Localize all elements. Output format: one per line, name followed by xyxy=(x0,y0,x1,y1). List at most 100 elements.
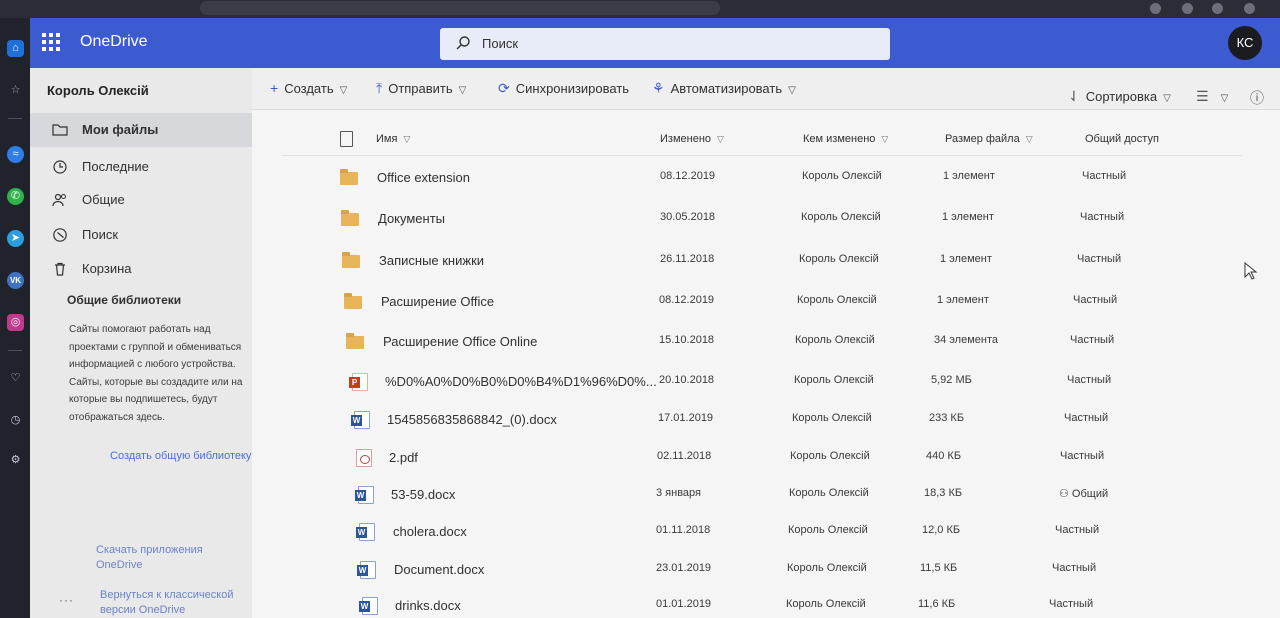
word-file-icon xyxy=(357,561,376,579)
create-shared-library-link[interactable]: Создать общую библиотеку xyxy=(110,450,251,462)
file-name[interactable]: Document.docx xyxy=(394,562,484,577)
nav-item-label: Поиск xyxy=(82,227,119,242)
folder-icon xyxy=(342,252,360,268)
info-button[interactable]: ⓘ xyxy=(1250,88,1270,108)
browser-extension-icon[interactable] xyxy=(1212,3,1223,14)
file-name[interactable]: Расширение Office xyxy=(381,294,494,309)
app-launcher-icon[interactable] xyxy=(42,33,60,51)
automate-button[interactable]: ⚘ Автоматизировать ▽ xyxy=(652,80,796,97)
modified-by: Король Олексій xyxy=(799,253,879,265)
file-size: 440 КБ xyxy=(926,450,962,462)
modified-date: 15.10.2018 xyxy=(659,334,715,346)
folder-icon xyxy=(344,293,362,309)
column-header-size[interactable]: Размер файла ▽ xyxy=(945,133,1033,145)
file-list: Имя ▽ Изменено ▽ Кем изменено ▽ Размер файл… xyxy=(252,110,1280,618)
modified-by: Король Олексій xyxy=(789,487,869,499)
nav-item-recycle-bin[interactable]: Корзина xyxy=(30,252,252,286)
whatsapp-icon[interactable]: ✆ xyxy=(7,188,24,205)
messenger-icon[interactable]: ≈ xyxy=(7,146,24,163)
user-name: Король Олексій xyxy=(47,83,149,98)
nav-item-my-files[interactable]: Мои файлы xyxy=(30,113,252,147)
search-icon xyxy=(456,36,470,50)
modified-date: 02.11.2018 xyxy=(657,450,712,462)
file-size: 11,6 КБ xyxy=(918,598,956,610)
sort-button[interactable]: ⇃ Сортировка ▽ xyxy=(1068,88,1171,105)
folder-icon xyxy=(341,210,359,226)
shared-libraries-description: Сайты помогают работать над проектами с … xyxy=(69,324,243,423)
table-row[interactable]: Office extension 08.12.2019 Король Олекс… xyxy=(252,158,1280,198)
view-options-button[interactable]: ☰ ▽ xyxy=(1196,88,1228,105)
file-name[interactable]: 1545856835868842_(0).docx xyxy=(387,412,557,427)
file-name[interactable]: Расширение Office Online xyxy=(383,334,537,349)
modified-date: 3 января xyxy=(656,487,701,499)
table-row[interactable]: drinks.docx 01.01.2019 Король Олексій 11… xyxy=(252,586,1280,618)
table-row[interactable]: 53-59.docx 3 января Король Олексій 18,3 … xyxy=(252,475,1280,515)
upload-button[interactable]: ⤒ Отправить ▽ xyxy=(376,80,466,97)
sharing-status: Частный xyxy=(1049,598,1094,610)
browser-extension-icon[interactable] xyxy=(1182,3,1193,14)
more-options-icon[interactable]: ··· xyxy=(59,593,74,607)
app-title[interactable]: OneDrive xyxy=(80,33,148,51)
settings-icon[interactable]: ⚙ xyxy=(7,452,24,469)
nav-item-recent[interactable]: Последние xyxy=(30,150,252,184)
column-header-name[interactable]: Имя ▽ xyxy=(376,133,410,145)
get-apps-link[interactable]: Скачать приложения OneDrive xyxy=(96,543,236,573)
file-name[interactable]: Office extension xyxy=(377,170,470,185)
file-name[interactable]: Документы xyxy=(378,211,445,226)
suite-header: OneDrive Поиск xyxy=(30,18,1280,68)
plus-icon: + xyxy=(270,80,279,96)
browser-top-bar xyxy=(0,0,1280,18)
vk-icon[interactable]: VK xyxy=(7,272,24,289)
table-row[interactable]: Расширение Office 08.12.2019 Король Олек… xyxy=(252,282,1280,322)
address-bar[interactable] xyxy=(200,1,720,15)
pdf-file-icon xyxy=(356,449,372,467)
sync-button[interactable]: ⟳ Синхронизировать xyxy=(498,80,629,97)
nav-item-label: Корзина xyxy=(82,261,132,276)
classic-view-link[interactable]: Вернуться к классической версии OneDrive xyxy=(100,588,260,618)
account-avatar[interactable]: КС xyxy=(1228,26,1262,60)
file-size: 233 КБ xyxy=(929,412,965,424)
search-input[interactable]: Поиск xyxy=(440,28,890,60)
column-header-modified[interactable]: Изменено ▽ xyxy=(660,133,724,145)
file-name[interactable]: %D0%A0%D0%B0%D0%B4%D1%96%D0%... xyxy=(385,374,657,389)
table-row[interactable]: Расширение Office Online 15.10.2018 Коро… xyxy=(252,322,1280,362)
telegram-icon[interactable]: ➤ xyxy=(7,230,24,247)
file-name[interactable]: drinks.docx xyxy=(395,598,461,613)
browser-extension-icon[interactable] xyxy=(1150,3,1161,14)
file-type-icon[interactable] xyxy=(340,131,353,147)
chevron-down-icon: ▽ xyxy=(458,85,467,96)
nav-item-discover[interactable]: Поиск xyxy=(30,218,252,252)
modified-by: Король Олексій xyxy=(795,334,875,346)
file-name[interactable]: cholera.docx xyxy=(393,524,467,539)
column-header-modified-by[interactable]: Кем изменено ▽ xyxy=(803,133,888,145)
table-row[interactable]: Записные книжки 26.11.2018 Король Олексі… xyxy=(252,241,1280,281)
heart-icon[interactable]: ♡ xyxy=(7,370,24,387)
file-size: 18,3 КБ xyxy=(924,487,963,499)
table-row[interactable]: Документы 30.05.2018 Король Олексій 1 эл… xyxy=(252,199,1280,239)
trash-icon xyxy=(55,262,65,276)
home-icon[interactable]: ⌂ xyxy=(7,40,24,57)
modified-date: 30.05.2018 xyxy=(660,211,716,223)
table-row[interactable]: Document.docx 23.01.2019 Король Олексій … xyxy=(252,550,1280,590)
file-name[interactable]: Записные книжки xyxy=(379,253,484,268)
modified-by: Король Олексій xyxy=(802,170,882,182)
sharing-status: Частный xyxy=(1077,253,1122,265)
folder-icon xyxy=(346,333,364,349)
table-row[interactable]: 2.pdf 02.11.2018 Король Олексій 440 КБ Ч… xyxy=(252,438,1280,478)
sharing-status: Частный xyxy=(1052,562,1097,574)
bookmark-icon[interactable]: ☆ xyxy=(7,82,24,99)
nav-item-shared[interactable]: Общие xyxy=(30,183,252,217)
instagram-icon[interactable]: ◎ xyxy=(7,314,24,331)
file-name[interactable]: 2.pdf xyxy=(389,450,418,465)
browser-menu-icon[interactable] xyxy=(1244,3,1255,14)
table-row[interactable]: %D0%A0%D0%B0%D0%B4%D1%96%D0%... 20.10.20… xyxy=(252,362,1280,402)
modified-date: 08.12.2019 xyxy=(659,294,715,306)
file-name[interactable]: 53-59.docx xyxy=(391,487,455,502)
create-button[interactable]: + Создать ▽ xyxy=(270,80,347,96)
column-header-sharing[interactable]: Общий доступ xyxy=(1085,133,1159,145)
table-row[interactable]: cholera.docx 01.11.2018 Король Олексій 1… xyxy=(252,512,1280,552)
table-row[interactable]: 1545856835868842_(0).docx 17.01.2019 Кор… xyxy=(252,400,1280,440)
left-navigation: Король Олексій Мои файлы Последние Общие… xyxy=(30,68,252,618)
history-icon[interactable]: ◷ xyxy=(7,412,24,429)
modified-date: 08.12.2019 xyxy=(660,170,716,182)
